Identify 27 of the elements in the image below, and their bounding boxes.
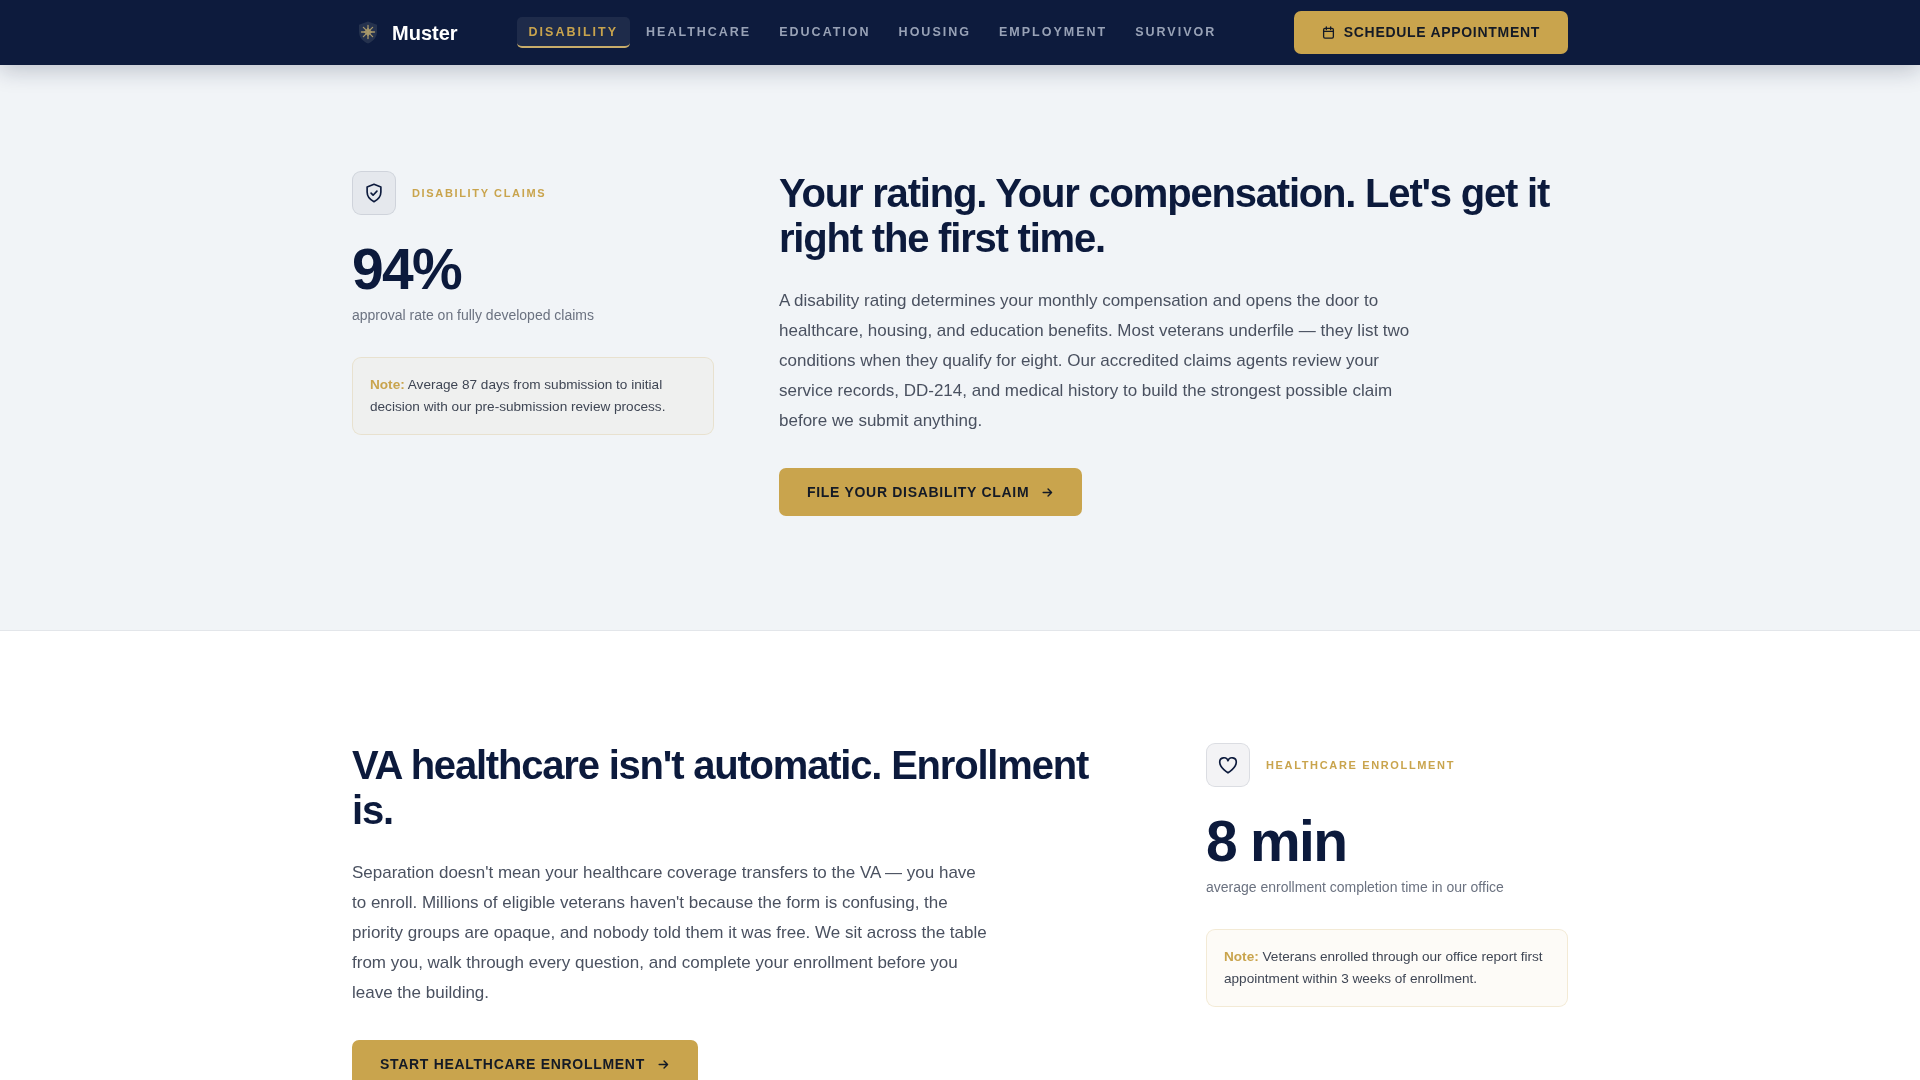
stat-caption: average enrollment completion time in our office	[1206, 878, 1505, 897]
note-text: Note: Veterans enrolled through our office report first appointment within 3 weeks of enrollment.	[1224, 948, 1544, 988]
nav-tab[interactable]: SURVIVOR	[1123, 16, 1229, 49]
note-text: Note: Average 87 days from submission to initial decision with our pre-submission review process.	[370, 376, 667, 416]
stat-value: 8 min	[1206, 813, 1348, 870]
calendar-icon	[1321, 26, 1335, 39]
nav-tab[interactable]: EDUCATION	[767, 16, 883, 49]
brand-name[interactable]: Muster	[392, 17, 458, 48]
schedule-appointment-button[interactable]: SCHEDULE APPOINTMENT	[1293, 11, 1568, 54]
nav-tab[interactable]: DISABILITY	[516, 16, 631, 49]
arrow-right-icon	[1041, 485, 1055, 499]
stat-caption: approval rate on fully developed claims	[352, 306, 596, 325]
section-description: A disability rating determines your monthly compensation and opens the door to healthcare, housing, and education benefits. Most veterans underfile — they list two conditions when they qualify for eight. Our accredited claims agents review your service records, DD-214, and medical history to build the strongest possible claim before we submit anything.	[779, 290, 1411, 432]
nav-tab[interactable]: HOUSING	[886, 16, 983, 49]
stat-value: 94%	[352, 241, 462, 298]
section-heading: VA healthcare isn't automatic. Enrollment is.	[352, 743, 1090, 833]
nav-tab[interactable]: HEALTHCARE	[634, 16, 764, 49]
call-to-action-button[interactable]: START HEALTHCARE ENROLLMENT	[352, 1040, 698, 1080]
nav-tab[interactable]: EMPLOYMENT	[986, 16, 1120, 49]
stat-label: HEALTHCARE ENROLLMENT	[1266, 757, 1456, 773]
call-to-action-button[interactable]: FILE YOUR DISABILITY CLAIM	[779, 468, 1083, 516]
section-heading: Your rating. Your compensation. Let's get it right the first time.	[779, 171, 1551, 261]
shield-check-icon	[352, 171, 396, 215]
shield-star-logo-icon[interactable]	[358, 21, 378, 44]
section-description: Separation doesn't mean your healthcare coverage transfers to the VA — you have to enroll. Millions of eligible veterans haven't because the form is confusing, the priority groups are opaque, and nobody told them it was free. We sit across the table from you, walk through every question, and complete your enrollment before you leave the building.	[352, 862, 988, 1004]
arrow-right-icon	[656, 1057, 670, 1071]
stat-label: DISABILITY CLAIMS	[412, 185, 547, 201]
